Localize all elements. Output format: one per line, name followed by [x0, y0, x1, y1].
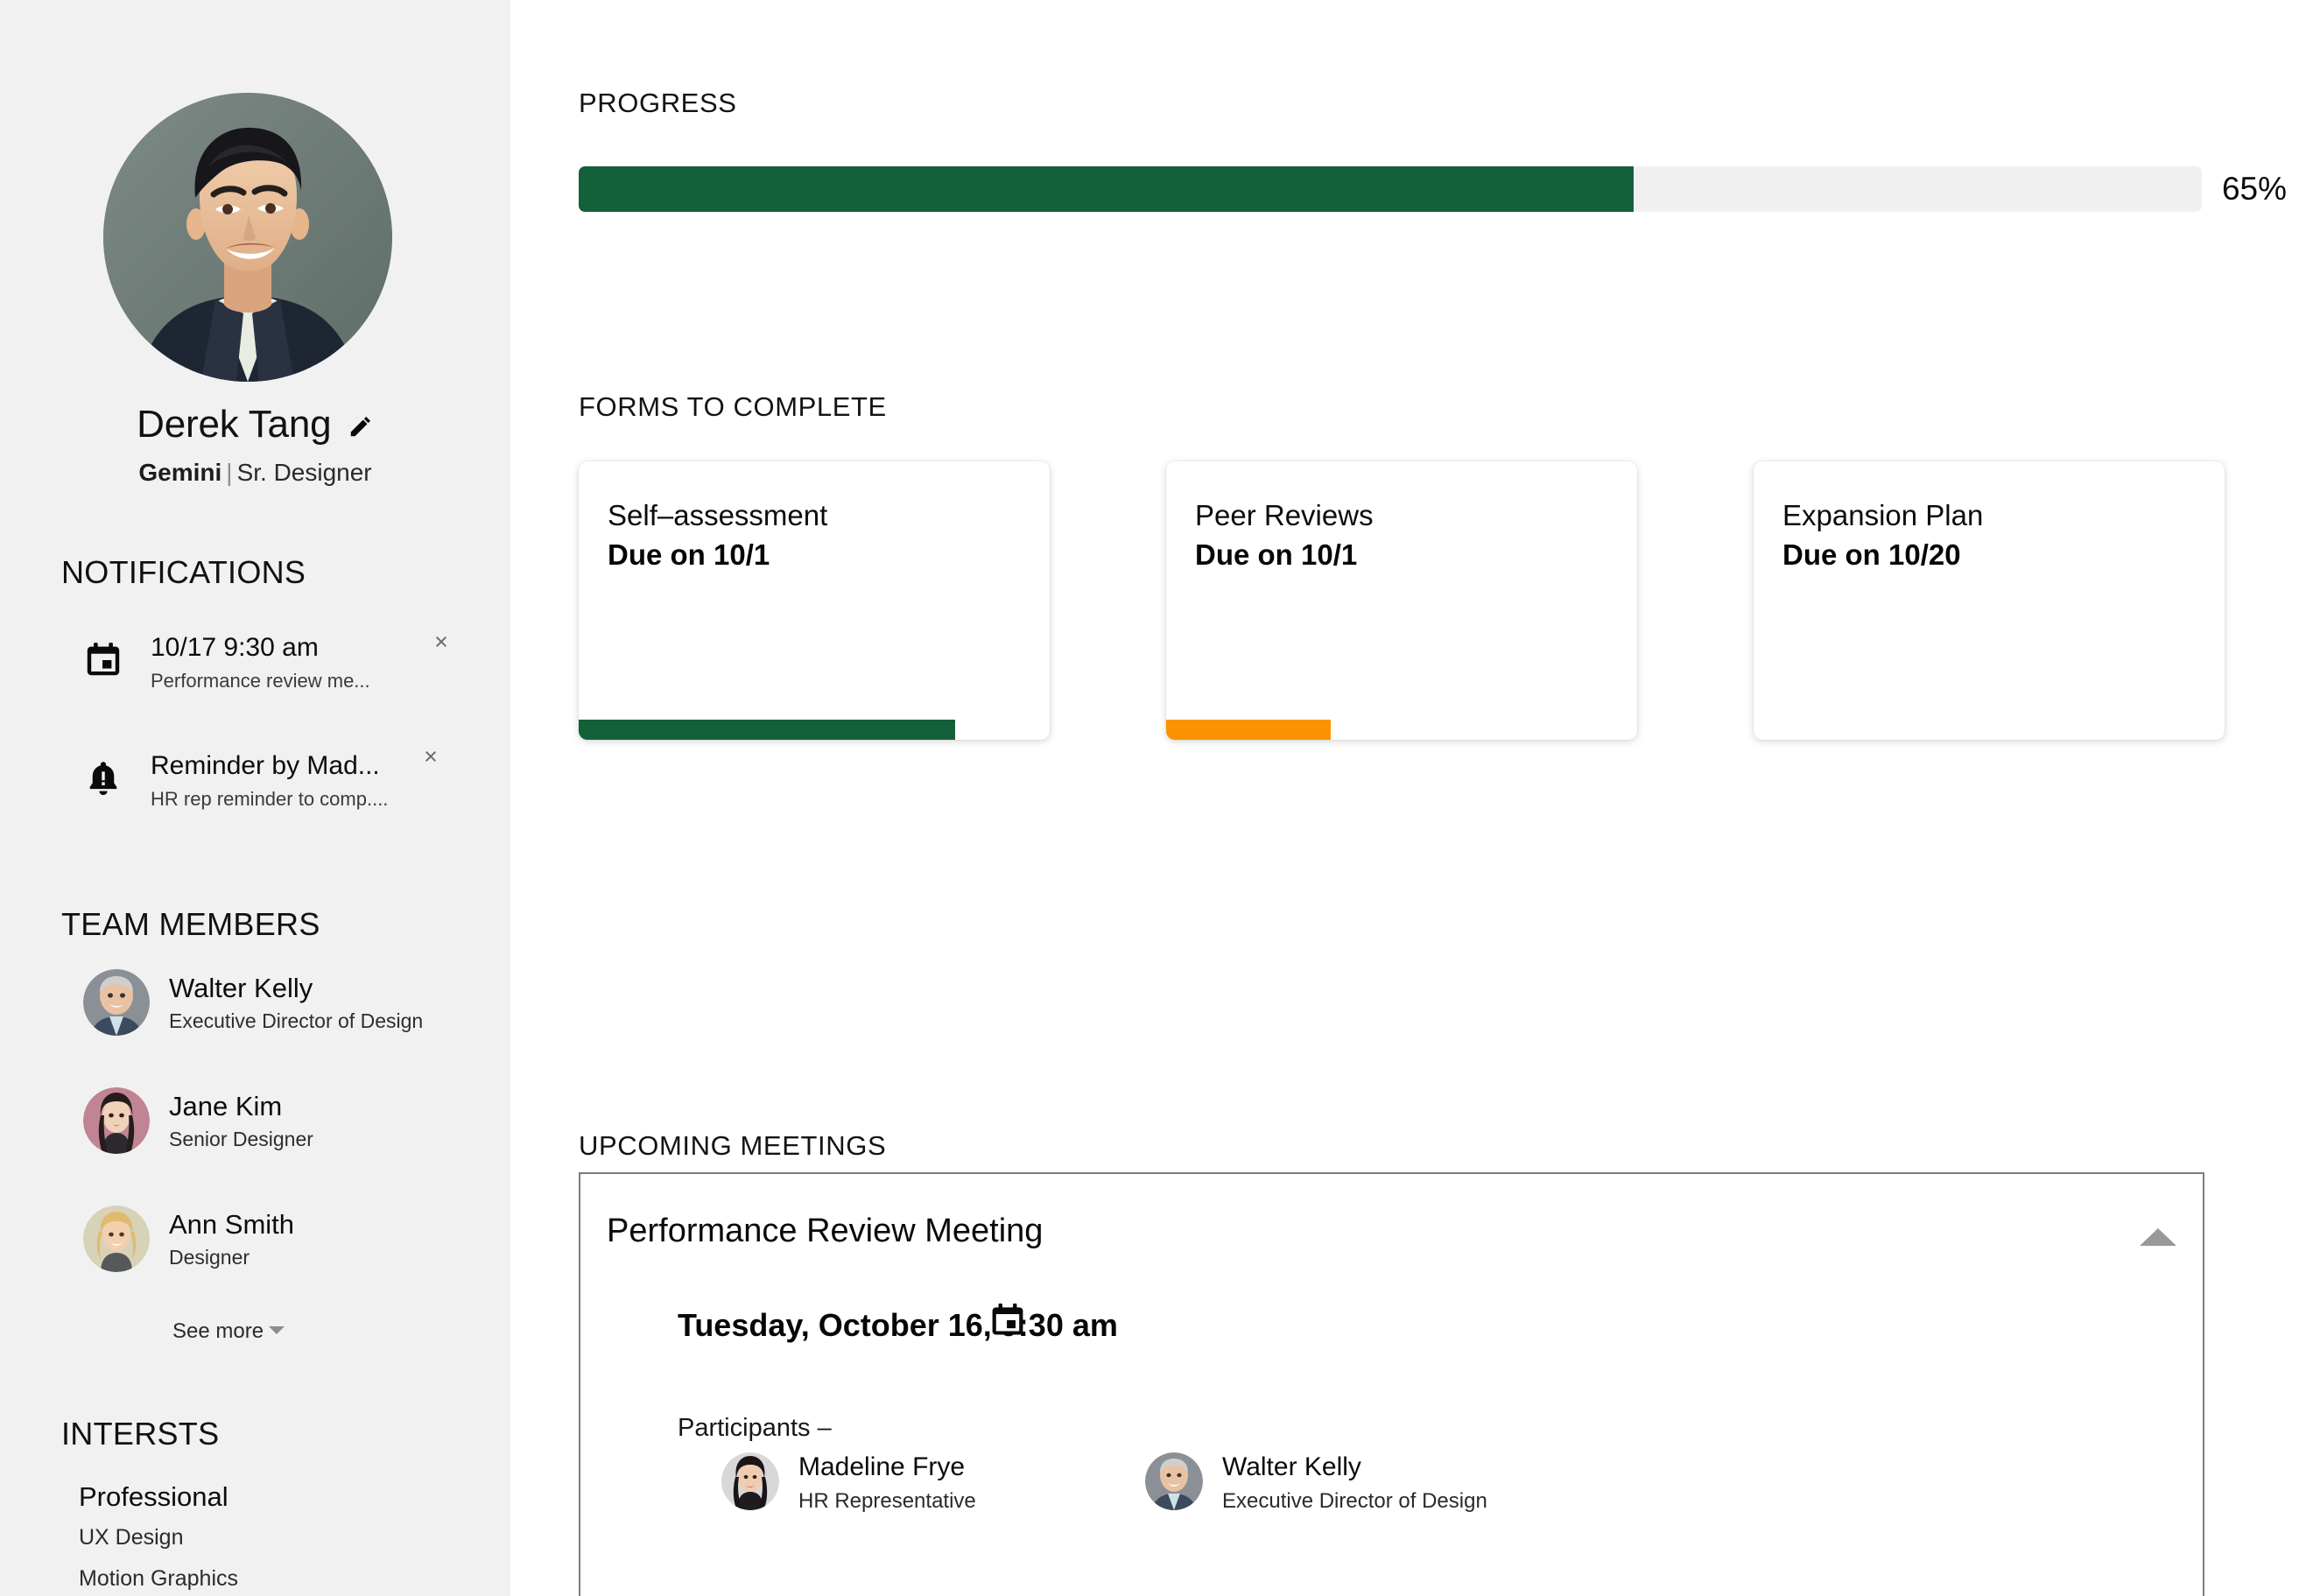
form-card-due: Due on 10/20 [1782, 538, 1961, 571]
interests-heading: INTERSTS [61, 1416, 220, 1452]
meeting-datetime: Tuesday, October 16, 9:30 am [678, 1307, 1118, 1343]
profile-subtitle: Gemini | Sr. Designer [0, 459, 510, 487]
form-card-title: Expansion Plan [1782, 499, 1984, 531]
meeting-panel: Performance Review Meeting Tuesday, Octo… [579, 1172, 2204, 1596]
sidebar: Derek Tang Gemini | Sr. Designer NOTIFICAT… [0, 0, 510, 1596]
calendar-icon[interactable] [988, 1301, 1027, 1339]
pencil-icon[interactable] [348, 413, 374, 439]
chevron-down-icon [269, 1326, 285, 1335]
avatar [83, 1087, 150, 1154]
bell-alert-icon [83, 758, 123, 798]
profile-name: Derek Tang [137, 403, 332, 446]
team-member-row[interactable]: Jane Kim Senior Designer [83, 1087, 477, 1157]
interest-category: Professional [79, 1481, 228, 1512]
team-member-name: Ann Smith [169, 1209, 295, 1240]
form-card-title: Self–assessment [608, 499, 828, 531]
notifications-heading: NOTIFICATIONS [61, 554, 306, 590]
interest-item[interactable]: UX Design [79, 1525, 184, 1550]
team-member-role: Designer [169, 1246, 250, 1269]
notification-title: 10/17 9:30 am [151, 633, 319, 662]
progress-bar-fill [579, 166, 1635, 212]
participant-role: HR Representative [798, 1489, 976, 1513]
forms-card-list: Self–assessment Due on 10/1 Peer Reviews… [579, 461, 2225, 742]
progress-heading: PROGRESS [579, 88, 737, 118]
forms-heading: FORMS TO COMPLETE [579, 391, 887, 422]
team-member-name: Walter Kelly [169, 973, 313, 1003]
avatar [1145, 1452, 1203, 1510]
see-more-label: See more [172, 1319, 264, 1343]
form-card-progress-bar [579, 720, 956, 740]
team-member-row[interactable]: Walter Kelly Executive Director of Desig… [83, 969, 477, 1039]
participant-name: Walter Kelly [1222, 1452, 1361, 1481]
notification-title: Reminder by Mad... [151, 751, 380, 780]
form-card[interactable]: Self–assessment Due on 10/1 [579, 461, 1050, 740]
employee-review-dashboard: Derek Tang Gemini | Sr. Designer NOTIFICAT… [0, 0, 2320, 1596]
form-card[interactable]: Expansion Plan Due on 10/20 [1754, 461, 2225, 740]
close-icon[interactable]: × [416, 742, 446, 771]
notification-item[interactable]: 10/17 9:30 am Performance review me... × [83, 629, 451, 701]
form-card-title: Peer Reviews [1195, 499, 1374, 531]
notification-description: Performance review me... [151, 670, 370, 692]
team-member-role: Senior Designer [169, 1128, 313, 1150]
see-more-button[interactable]: See more [172, 1319, 285, 1344]
form-card[interactable]: Peer Reviews Due on 10/1 [1166, 461, 1637, 740]
avatar [83, 969, 150, 1036]
profile-separator: | [226, 459, 233, 486]
progress-bar[interactable] [579, 166, 2202, 212]
form-card-due: Due on 10/1 [608, 538, 770, 571]
team-member-role: Executive Director of Design [169, 1009, 424, 1032]
profile-team: Gemini [138, 459, 222, 486]
profile-name-row: Derek Tang [0, 403, 510, 446]
form-card-progress-bar [1166, 720, 1332, 740]
profile-role: Sr. Designer [236, 459, 372, 486]
avatar-photo [103, 93, 392, 382]
team-members-heading: TEAM MEMBERS [61, 906, 320, 942]
meeting-title: Performance Review Meeting [607, 1213, 1044, 1249]
team-member-row[interactable]: Ann Smith Designer [83, 1206, 477, 1276]
notification-item[interactable]: Reminder by Mad... HR rep reminder to co… [83, 743, 451, 819]
progress-percent-label: 65% [2221, 171, 2287, 207]
notification-description: HR rep reminder to comp.... [151, 788, 389, 810]
interest-item[interactable]: Motion Graphics [79, 1566, 238, 1592]
calendar-icon [83, 640, 123, 680]
participants-label: Participants – [678, 1414, 832, 1442]
avatar [721, 1452, 779, 1510]
participant-name: Madeline Frye [798, 1452, 966, 1481]
meetings-heading: UPCOMING MEETINGS [579, 1130, 887, 1161]
avatar [83, 1206, 150, 1272]
close-icon[interactable]: × [426, 627, 456, 657]
chevron-up-icon[interactable] [2140, 1225, 2176, 1249]
form-card-due: Due on 10/1 [1195, 538, 1358, 571]
participant-role: Executive Director of Design [1222, 1489, 1487, 1513]
team-member-name: Jane Kim [169, 1091, 283, 1121]
profile-avatar[interactable] [103, 93, 392, 382]
main-content: PROGRESS 65% FORMS TO COMPLETE Self–asse… [510, 0, 2320, 1596]
